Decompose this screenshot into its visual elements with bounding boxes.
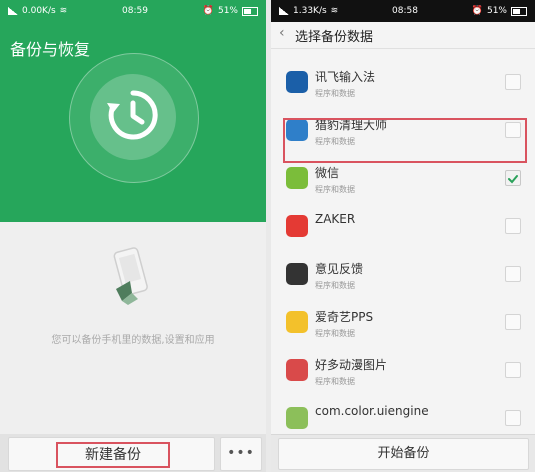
select-checkbox[interactable]: [505, 314, 521, 330]
select-checkbox[interactable]: [505, 362, 521, 378]
wifi-icon: ≋: [330, 6, 339, 16]
app-name: 微信: [315, 166, 340, 180]
app-name: 爱奇艺PPS: [315, 310, 374, 324]
clock-time: 08:59: [122, 6, 148, 16]
phone-backup-illustration: [113, 247, 148, 305]
iflytek-icon: [286, 71, 308, 93]
select-checkbox[interactable]: [505, 74, 521, 90]
list-item[interactable]: 微信 程序和数据: [271, 155, 535, 203]
battery-icon: [241, 6, 258, 16]
app-subtitle: 程序和数据: [315, 377, 355, 386]
select-backup-data-screen: 1.33K/s ≋ 08:58 ⏰ 51% ‹ 选择备份数据 讯飞输入法程序和数…: [271, 0, 535, 472]
select-checkbox[interactable]: [505, 266, 521, 282]
select-checkbox[interactable]: [505, 170, 521, 186]
uiengine-icon: [286, 407, 308, 429]
list-item[interactable]: ZAKER: [271, 203, 535, 251]
app-list[interactable]: 讯飞输入法 程序和数据 猎豹清理大师 程序和数据 微信 程序和数据 ZAKER 意见反馈 程序和…: [271, 49, 535, 435]
empty-hint-text: 您可以备份手机里的数据,设置和应用: [51, 335, 215, 346]
status-bar: 1.33K/s ≋ 08:58 ⏰ 51%: [271, 0, 535, 22]
signal-icon: [8, 7, 18, 15]
app-subtitle: 程序和数据: [315, 137, 355, 146]
alarm-icon: ⏰: [202, 6, 214, 16]
clock-time: 08:58: [392, 6, 418, 16]
iqiyi-pps-icon: [286, 311, 308, 333]
feedback-headset-icon: [286, 263, 308, 285]
cheetah-cleaner-icon: [286, 119, 308, 141]
anime-pictures-icon: [286, 359, 308, 381]
app-name: 讯飞输入法: [315, 70, 376, 84]
zaker-icon: [286, 215, 308, 237]
list-item[interactable]: 好多动漫图片程序和数据: [271, 347, 535, 395]
page-title: 备份与恢复: [10, 40, 91, 59]
battery-icon: [510, 6, 527, 16]
app-name: com.color.uiengine: [315, 404, 429, 418]
app-name: 意见反馈: [315, 262, 364, 276]
page-title: 选择备份数据: [295, 30, 374, 45]
status-bar: 0.00K/s ≋ 08:59 ⏰ 51%: [0, 0, 266, 22]
app-subtitle: 程序和数据: [315, 89, 355, 98]
backup-restore-screen: 0.00K/s ≋ 08:59 ⏰ 51% 备份与恢复 您可以备份手机里的数据,…: [0, 0, 266, 472]
wifi-icon: ≋: [59, 6, 68, 16]
list-item[interactable]: 讯飞输入法程序和数据: [271, 59, 535, 107]
title-bar: ‹ 选择备份数据: [271, 22, 535, 49]
network-speed: 1.33K/s: [293, 6, 327, 16]
wechat-icon: [286, 167, 308, 189]
list-item[interactable]: 意见反馈 程序和数据: [271, 251, 535, 299]
battery-percent: 51%: [486, 6, 507, 16]
signal-icon: [279, 7, 289, 15]
backup-history-icon: [107, 90, 158, 140]
back-arrow-icon[interactable]: ‹: [279, 25, 285, 41]
new-backup-label[interactable]: 新建备份: [56, 442, 170, 468]
list-item[interactable]: 猎豹清理大师程序和数据: [271, 107, 535, 155]
battery-percent: 51%: [217, 6, 238, 16]
app-subtitle: 程序和数据: [315, 185, 355, 194]
app-name: 好多动漫图片: [315, 358, 388, 372]
list-item[interactable]: 爱奇艺PPS 程序和数据: [271, 299, 535, 347]
select-checkbox[interactable]: [505, 410, 521, 426]
more-options-button[interactable]: •••: [220, 437, 262, 471]
network-speed: 0.00K/s: [22, 6, 56, 16]
select-checkbox[interactable]: [505, 218, 521, 234]
select-checkbox[interactable]: [505, 122, 521, 138]
app-name: ZAKER: [315, 212, 356, 226]
app-name: 猎豹清理大师: [315, 118, 388, 132]
start-backup-button[interactable]: 开始备份: [278, 438, 529, 470]
check-icon: [508, 175, 518, 184]
app-subtitle: 程序和数据: [315, 281, 355, 290]
list-item[interactable]: com.color.uiengine: [271, 395, 535, 435]
app-subtitle: 程序和数据: [315, 329, 355, 338]
alarm-icon: ⏰: [471, 6, 483, 16]
